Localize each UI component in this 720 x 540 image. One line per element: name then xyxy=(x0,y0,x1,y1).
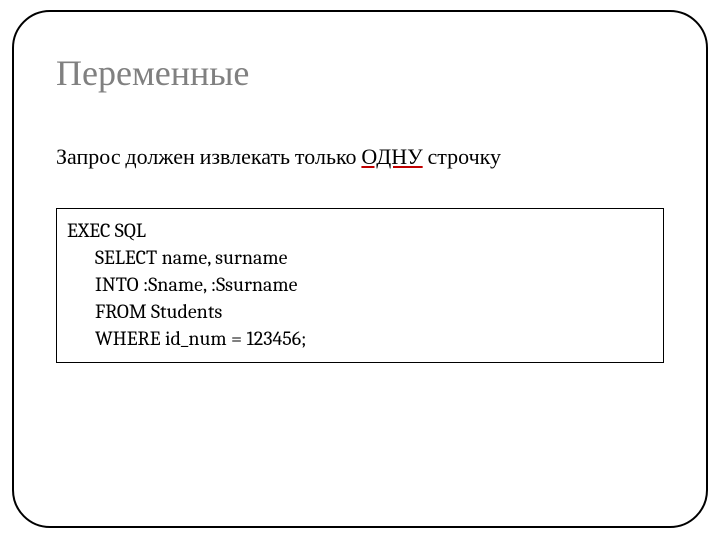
body-underlined: ОДНУ xyxy=(361,144,422,170)
code-line-4: FROM Students xyxy=(67,298,653,325)
code-line-1: EXEC SQL xyxy=(67,217,653,244)
code-line-2: SELECT name, surname xyxy=(67,244,653,271)
code-box: EXEC SQL SELECT name, surname INTO :Snam… xyxy=(56,208,664,363)
code-line-5: WHERE id_num = 123456; xyxy=(67,325,653,352)
slide-frame: Переменные Запрос должен извлекать тольк… xyxy=(12,10,708,528)
slide: Переменные Запрос должен извлекать тольк… xyxy=(0,0,720,540)
body-suffix: строчку xyxy=(423,144,501,170)
body-text: Запрос должен извлекать только ОДНУ стро… xyxy=(56,144,664,170)
body-prefix: Запрос должен извлекать только xyxy=(56,144,361,170)
slide-title: Переменные xyxy=(56,52,664,94)
code-line-3: INTO :Sname, :Ssurname xyxy=(67,271,653,298)
